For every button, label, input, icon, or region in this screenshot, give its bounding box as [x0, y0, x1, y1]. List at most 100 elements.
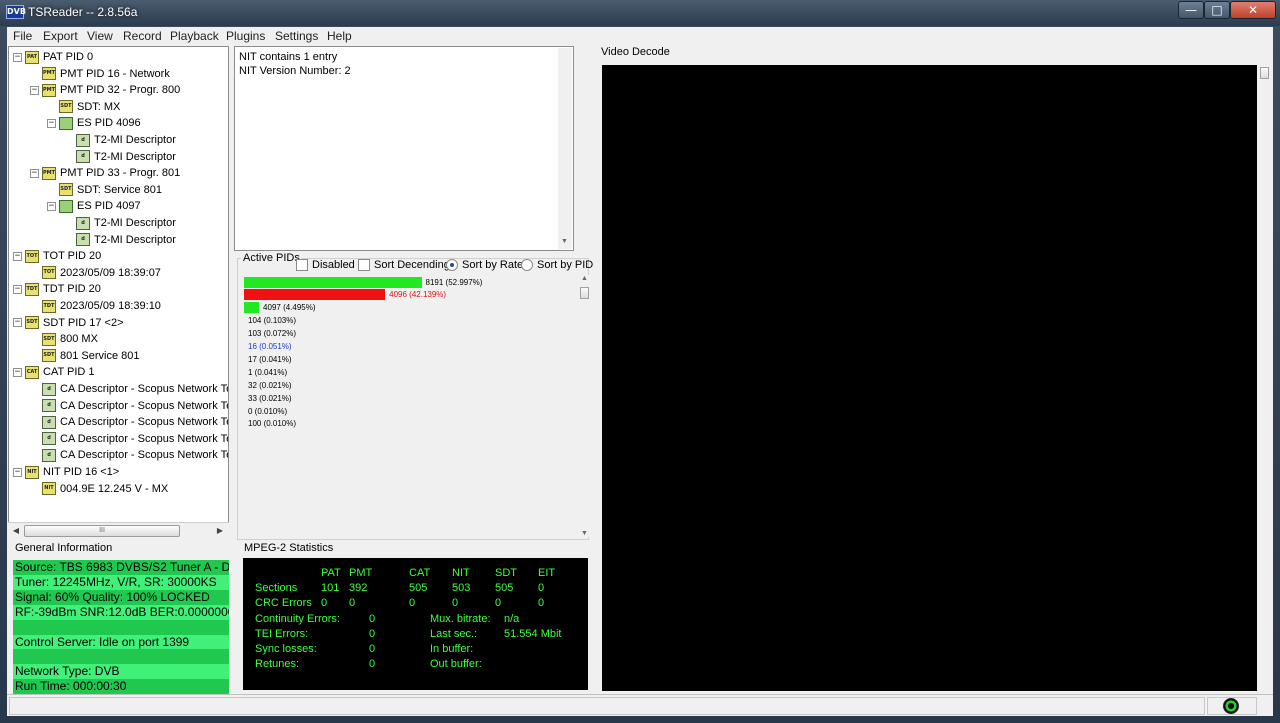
collapse-icon[interactable]: −	[47, 201, 56, 211]
menu-help[interactable]: Help	[327, 29, 352, 43]
tree-node[interactable]: d T2-MI Descriptor	[64, 132, 176, 148]
tree-node[interactable]: − TOT TOT PID 20	[13, 248, 101, 264]
collapse-icon[interactable]: −	[30, 85, 39, 95]
scroll-left-icon[interactable]: ◀	[9, 524, 23, 538]
scroll-right-icon[interactable]: ▶	[213, 524, 227, 538]
tree-node[interactable]: NIT 004.9E 12.245 V - MX	[30, 481, 168, 497]
tree-node[interactable]: − PMT PMT PID 32 - Progr. 800	[30, 82, 180, 98]
menu-file[interactable]: File	[13, 29, 32, 43]
pids-vertical-scrollbar[interactable]: ▲ ▼	[579, 275, 591, 537]
stat-label: Sync losses:	[255, 643, 317, 655]
stat-header: SDT	[495, 567, 517, 579]
tree-node[interactable]: d CA Descriptor - Scopus Network Te	[30, 398, 228, 414]
tree-node[interactable]: − TDT TDT PID 20	[13, 281, 101, 297]
scroll-thumb[interactable]	[1260, 67, 1269, 79]
tree-node[interactable]: d T2-MI Descriptor	[64, 215, 176, 231]
stat-header: NIT	[452, 567, 470, 579]
menu-view[interactable]: View	[87, 29, 113, 43]
tree-node[interactable]: SDT SDT: MX	[47, 99, 120, 115]
stat-value: 51.554 Mbit	[504, 628, 562, 640]
tree-node[interactable]: SDT 801 Service 801	[30, 348, 140, 364]
sort-by-pid-radio[interactable]: Sort by PID	[521, 259, 593, 271]
tree-node[interactable]: d T2-MI Descriptor	[64, 232, 176, 248]
tree-horizontal-scrollbar[interactable]: ◀ III ▶	[8, 522, 229, 538]
stat-label: Out buffer:	[430, 658, 482, 670]
menu-export[interactable]: Export	[43, 29, 78, 43]
tree-node[interactable]: − NIT NIT PID 16 <1>	[13, 464, 119, 480]
scroll-thumb[interactable]: III	[24, 525, 180, 537]
collapse-icon[interactable]: −	[13, 367, 22, 377]
tree-node-label: SDT PID 17 <2>	[43, 316, 124, 329]
pid-rate-text: 16 (0.051%)	[248, 342, 292, 351]
active-pids-label: Active PIDs	[241, 252, 302, 264]
tdt-table-icon: TDT	[42, 299, 56, 313]
menu-record[interactable]: Record	[123, 29, 162, 43]
tree-node[interactable]: d CA Descriptor - Scopus Network Te	[30, 447, 228, 463]
video-vertical-scrollbar[interactable]	[1259, 65, 1271, 691]
collapse-icon[interactable]: −	[47, 118, 56, 128]
nit-vertical-scrollbar[interactable]: ▼	[558, 48, 572, 249]
sort-decending-checkbox[interactable]: Sort Decending	[358, 259, 450, 271]
nit-info-text[interactable]: NIT contains 1 entry NIT Version Number:…	[234, 46, 574, 251]
tree-node-label: ES PID 4097	[77, 200, 141, 213]
tree-node-label: CA Descriptor - Scopus Network Te	[60, 432, 229, 445]
general-info-row	[13, 619, 229, 635]
sdt-table-icon: SDT	[42, 349, 56, 363]
disabled-checkbox[interactable]: Disabled	[296, 259, 355, 271]
tree-node[interactable]: − PAT PAT PID 0	[13, 49, 93, 65]
minimize-button[interactable]: —	[1178, 1, 1204, 19]
tree-node[interactable]: TDT 2023/05/09 18:39:10	[30, 298, 161, 314]
tree-node-label: T2-MI Descriptor	[94, 134, 176, 146]
crc-value: 0	[321, 597, 328, 609]
tree-node[interactable]: − ES PID 4096	[47, 115, 141, 131]
title-bar[interactable]: DVB TSReader -- 2.8.56a — □ ✕	[0, 0, 1280, 26]
tree-node[interactable]: TOT 2023/05/09 18:39:07	[30, 265, 161, 281]
tree-node[interactable]: − SDT SDT PID 17 <2>	[13, 315, 124, 331]
collapse-icon[interactable]: −	[13, 284, 22, 294]
collapse-icon[interactable]: −	[13, 52, 22, 62]
sort-by-rate-radio[interactable]: Sort by Rate	[446, 259, 523, 271]
close-button[interactable]: ✕	[1230, 1, 1276, 19]
tree-node-label: T2-MI Descriptor	[94, 217, 176, 229]
maximize-button[interactable]: □	[1204, 1, 1230, 19]
collapse-icon[interactable]: −	[30, 168, 39, 178]
collapse-icon[interactable]: −	[13, 251, 22, 261]
pid-rate-row: 4097 (4.495%)	[244, 302, 316, 314]
menu-playback[interactable]: Playback	[170, 29, 219, 43]
pid-rate-row: 32 (0.021%)	[248, 379, 292, 391]
tree-node[interactable]: PMT PMT PID 16 - Network	[30, 66, 170, 82]
tree-node[interactable]: d CA Descriptor - Scopus Network Te	[30, 381, 228, 397]
tree-node[interactable]: d T2-MI Descriptor	[64, 149, 176, 165]
stat-value: 0	[369, 628, 376, 640]
pid-rate-row: 8191 (52.997%)	[244, 276, 482, 288]
general-info-row: RF:-39dBm SNR:12.0dB BER:0.0000000	[13, 604, 229, 620]
pid-rate-row: 1 (0.041%)	[248, 366, 287, 378]
menu-settings[interactable]: Settings	[275, 29, 318, 43]
tree-node[interactable]: − CAT CAT PID 1	[13, 364, 95, 380]
general-information-label: General Information	[15, 542, 113, 554]
crc-value: 0	[409, 597, 416, 609]
collapse-icon[interactable]: −	[13, 467, 22, 477]
crc-value: 0	[538, 597, 545, 609]
tree-node-label: SDT: Service 801	[77, 183, 162, 196]
video-decode-area[interactable]	[602, 65, 1257, 691]
tree-node[interactable]: d CA Descriptor - Scopus Network Te	[30, 414, 228, 430]
scroll-down-icon[interactable]: ▼	[581, 530, 588, 537]
pid-tree-view[interactable]: − PAT PAT PID 0 PMT PMT PID 16 - Network − PMT…	[8, 46, 229, 538]
tree-node[interactable]: SDT 800 MX	[30, 331, 98, 347]
stat-value: n/a	[504, 613, 520, 625]
pid-rate-text: 103 (0.072%)	[248, 329, 297, 339]
scroll-thumb[interactable]	[580, 287, 589, 299]
d-table-icon: d	[76, 150, 90, 164]
collapse-icon[interactable]: −	[13, 318, 22, 328]
tree-node[interactable]: d CA Descriptor - Scopus Network Te	[30, 431, 229, 447]
scroll-up-icon[interactable]: ▲	[581, 275, 588, 282]
tree-node[interactable]: − PMT PMT PID 33 - Progr. 801	[30, 165, 180, 181]
tree-node[interactable]: − ES PID 4097	[47, 198, 141, 214]
sort-decending-label: Sort Decending	[374, 259, 450, 271]
d-table-icon: d	[42, 382, 56, 396]
tree-node[interactable]: SDT SDT: Service 801	[47, 182, 162, 198]
scroll-down-icon[interactable]: ▼	[561, 235, 568, 249]
menu-plugins[interactable]: Plugins	[226, 29, 265, 43]
sections-value: 0	[538, 582, 545, 594]
